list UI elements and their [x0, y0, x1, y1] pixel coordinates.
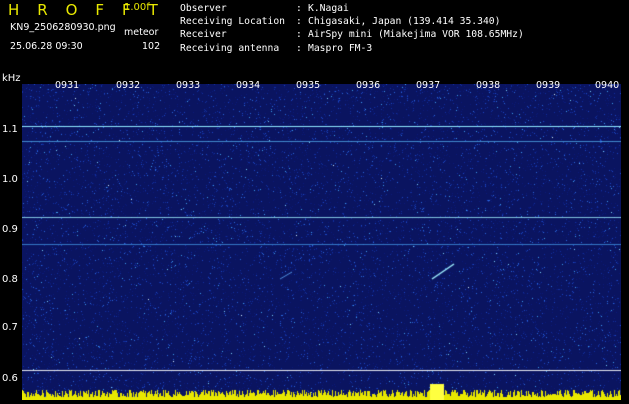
info-separator: : — [296, 16, 302, 28]
filename-label: KN9_2506280930.png — [10, 22, 116, 33]
datetime-label: 25.06.28 09:30 — [10, 41, 83, 52]
meteor-count: 102 — [142, 41, 161, 52]
time-tick-label: 0936 — [356, 80, 381, 91]
info-separator: : — [296, 3, 302, 14]
info-value: Maspro FM-3 — [308, 42, 373, 54]
time-tick-label: 0934 — [236, 80, 261, 91]
info-separator: : — [296, 29, 302, 41]
y-tick-label: 0.7 — [2, 322, 18, 333]
version-label: 1.00f — [124, 2, 150, 13]
info-separator: : — [296, 42, 302, 54]
y-axis-unit: kHz — [2, 73, 21, 84]
info-label: Receiving Location — [180, 16, 285, 28]
time-tick-label: 0940 — [595, 80, 620, 91]
info-row-observer: Observer : K.Nagai — [180, 2, 524, 15]
time-tick-label: 0931 — [55, 80, 80, 91]
info-label: Receiving antenna — [180, 42, 280, 54]
y-tick-label: 1.1 — [2, 124, 18, 135]
y-tick-label: 0.6 — [2, 373, 18, 384]
time-tick-label: 0933 — [176, 80, 201, 91]
observation-info: Observer : K.Nagai Receiving Location : … — [180, 2, 524, 55]
spectrogram-plot — [22, 84, 621, 400]
info-value: AirSpy mini (Miakejima VOR 108.65MHz) — [308, 29, 524, 41]
time-tick-label: 0938 — [476, 80, 501, 91]
info-row-antenna: Receiving antenna : Maspro FM-3 — [180, 42, 524, 55]
time-tick-label: 0932 — [116, 80, 141, 91]
header-panel: H R O F F T 1.00f KN9_2506280930.png met… — [0, 0, 629, 73]
spectrogram-canvas — [22, 84, 621, 400]
y-tick-label: 1.0 — [2, 174, 18, 185]
y-tick-label: 0.9 — [2, 224, 18, 235]
meteor-label: meteor — [124, 27, 159, 38]
time-tick-label: 0935 — [296, 80, 321, 91]
info-value: K.Nagai — [308, 3, 349, 14]
time-tick-label: 0937 — [416, 80, 441, 91]
info-label: Observer — [180, 3, 227, 14]
y-tick-label: 0.8 — [2, 274, 18, 285]
info-row-receiver: Receiver : AirSpy mini (Miakejima VOR 10… — [180, 28, 524, 41]
info-label: Receiver — [180, 29, 227, 41]
info-row-location: Receiving Location : Chigasaki, Japan (1… — [180, 15, 524, 28]
time-tick-label: 0939 — [536, 80, 561, 91]
info-value: Chigasaki, Japan (139.414 35.340) — [308, 16, 501, 28]
